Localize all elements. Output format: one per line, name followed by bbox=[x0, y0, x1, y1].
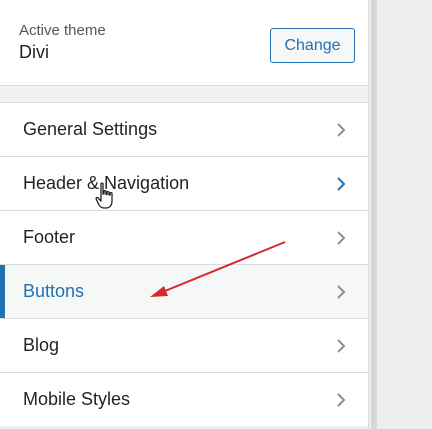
menu-item-label: General Settings bbox=[23, 119, 158, 139]
chevron-right-icon bbox=[337, 339, 346, 353]
menu-item-footer[interactable]: Footer bbox=[0, 210, 368, 264]
change-theme-button[interactable]: Change bbox=[270, 28, 355, 63]
menu-item-label: Footer bbox=[23, 227, 76, 247]
gutter-divider bbox=[371, 0, 377, 429]
chevron-right-icon bbox=[337, 393, 346, 407]
chevron-right-icon bbox=[337, 123, 346, 137]
chevron-right-icon bbox=[337, 231, 346, 245]
active-theme-section: Active theme Divi Change bbox=[0, 0, 368, 86]
preview-gutter bbox=[369, 0, 432, 429]
chevron-right-icon bbox=[337, 285, 346, 299]
customizer-panel: Active theme Divi Change General Setting… bbox=[0, 0, 369, 429]
menu-item-label: Buttons bbox=[23, 281, 85, 301]
menu-item-header-navigation[interactable]: Header & Navigation bbox=[0, 156, 368, 210]
menu-item-mobile-styles[interactable]: Mobile Styles bbox=[0, 372, 368, 426]
menu-item-label: Blog bbox=[23, 335, 60, 355]
customizer-menu: General Settings Header & Navigation Foo… bbox=[0, 102, 368, 426]
active-theme-label: Active theme bbox=[19, 22, 106, 39]
active-theme-name: Divi bbox=[19, 42, 49, 62]
chevron-right-icon bbox=[337, 177, 346, 191]
hand-pointer-cursor-icon bbox=[95, 182, 113, 209]
menu-item-blog[interactable]: Blog bbox=[0, 318, 368, 372]
menu-item-label: Mobile Styles bbox=[23, 389, 131, 409]
menu-item-general-settings[interactable]: General Settings bbox=[0, 102, 368, 156]
menu-item-buttons[interactable]: Buttons bbox=[0, 264, 368, 318]
